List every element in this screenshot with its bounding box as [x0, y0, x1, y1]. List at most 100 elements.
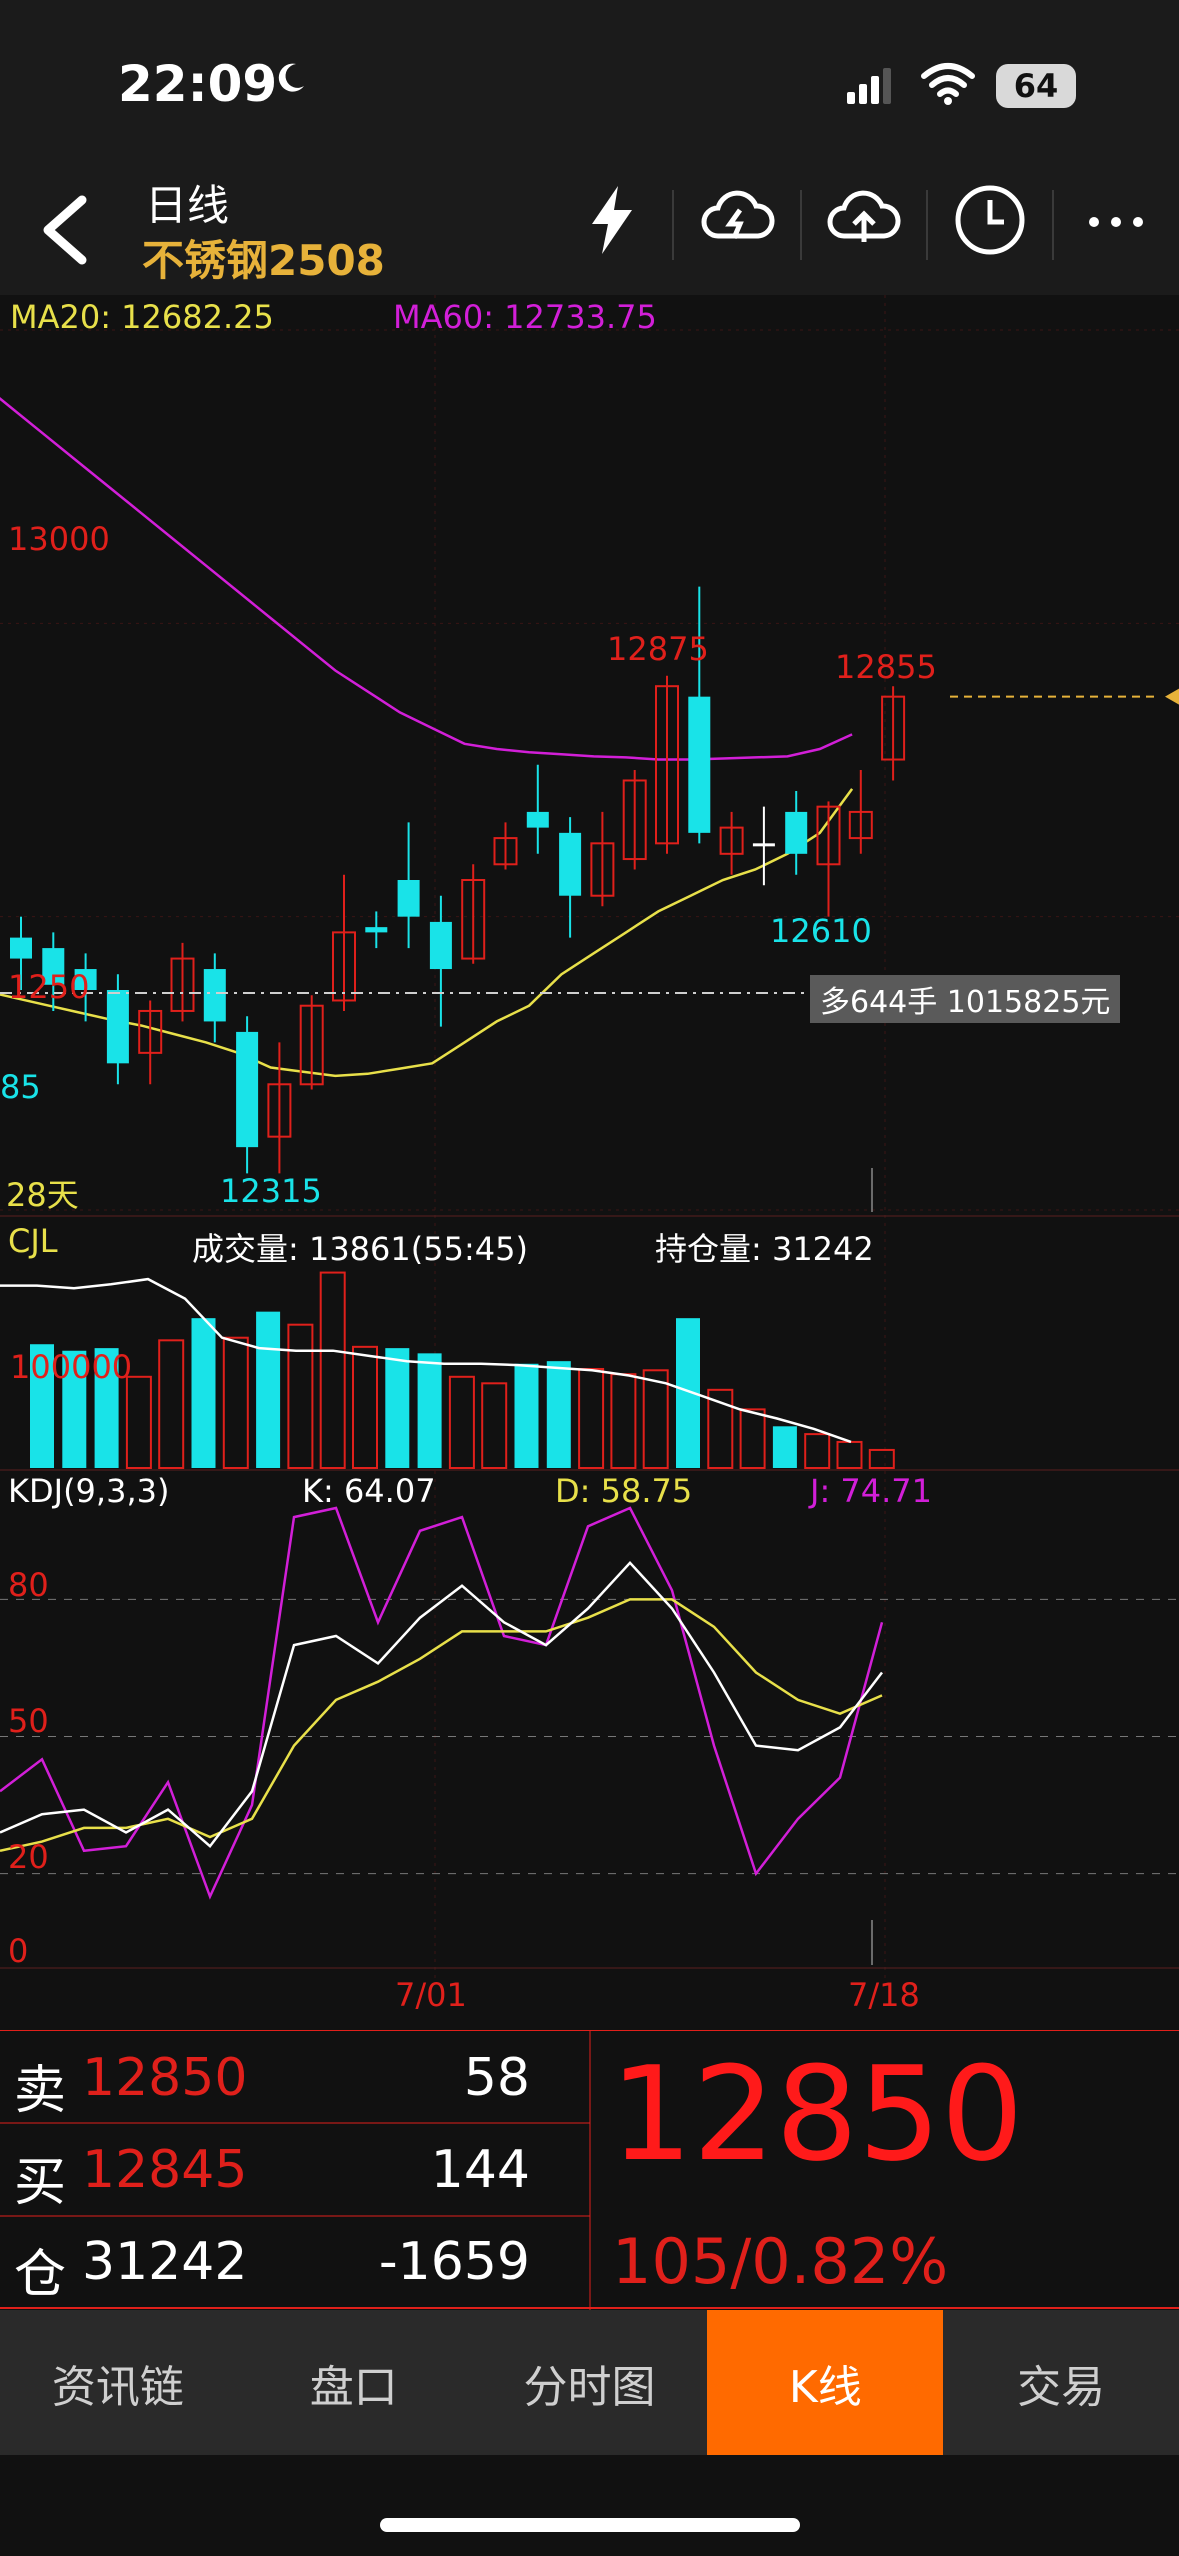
ma20-label: MA20: 12682.25 — [10, 298, 274, 336]
kdj-label[interactable]: KDJ(9,3,3) — [8, 1472, 169, 1510]
last-price: 12850 — [610, 2038, 1024, 2190]
bottom-tab-bar: 资讯链 盘口 分时图 K线 交易 — [0, 2310, 1179, 2455]
kdj-tick-0: 0 — [8, 1932, 29, 1970]
date-label-end: 7/18 — [848, 1976, 920, 2014]
price-change: 105/0.82% — [612, 2225, 949, 2298]
more-icon[interactable] — [1076, 180, 1156, 260]
volume-bars — [0, 1271, 895, 1470]
volume-bar — [222, 1336, 249, 1469]
volume-bar — [256, 1311, 281, 1468]
instrument-name[interactable]: 不锈钢2508 — [142, 227, 385, 288]
kdj-k-value: K: 64.07 — [302, 1472, 436, 1510]
buy-price[interactable]: 12845 — [82, 2140, 247, 2200]
chart-grid — [0, 295, 1179, 1985]
clock-icon[interactable] — [950, 180, 1030, 260]
cloud-sync-icon[interactable] — [698, 180, 778, 260]
oi-value: 31242 — [82, 2232, 248, 2292]
volume-bar — [158, 1339, 185, 1469]
home-indicator[interactable] — [380, 2518, 800, 2532]
volume-bar — [804, 1433, 831, 1470]
last-price-marker — [1165, 688, 1179, 705]
tab-trade[interactable]: 交易 — [943, 2310, 1179, 2455]
sell-qty: 58 — [463, 2048, 530, 2108]
candles — [10, 586, 906, 1174]
sell-label: 卖 — [14, 2061, 67, 2121]
kdj-j-line — [0, 1506, 884, 1900]
divider — [800, 190, 802, 260]
kline-chart[interactable] — [0, 295, 1179, 2025]
volume-bar — [125, 1375, 152, 1470]
ma60-line — [0, 397, 853, 761]
clock: 22:09 — [118, 55, 278, 113]
candle-body — [526, 811, 549, 828]
volume-bar — [868, 1448, 895, 1469]
candle-body — [106, 990, 129, 1064]
candle-body — [752, 843, 775, 847]
last-high-label: 12855 — [835, 648, 937, 686]
kdj-k-line — [0, 1560, 883, 1849]
divider — [1052, 190, 1054, 260]
volume-indicator-label[interactable]: CJL — [8, 1222, 58, 1260]
tab-news-chain[interactable]: 资讯链 — [0, 2310, 236, 2455]
volume-value: 成交量: 13861(55:45) — [192, 1230, 528, 1268]
kdj-lines — [0, 1506, 884, 1900]
kdj-j-value: J: 74.71 — [810, 1472, 932, 1510]
volume-bar — [385, 1348, 410, 1468]
moon-icon — [278, 63, 304, 92]
volume-bar — [481, 1382, 508, 1470]
position-tag: 多644手 1015825元 — [810, 975, 1121, 1023]
low-12315-label: 12315 — [220, 1172, 322, 1210]
price-tick-1250: 1250 — [8, 968, 90, 1006]
candle-body — [785, 811, 808, 854]
volume-bar — [287, 1323, 314, 1469]
candle-body — [397, 880, 420, 917]
ma60-path — [0, 397, 853, 761]
buy-qty: 144 — [430, 2140, 530, 2200]
ma60-label: MA60: 12733.75 — [393, 298, 657, 336]
candle-body — [365, 927, 388, 933]
days-label: 28天 — [6, 1176, 79, 1214]
candle-body — [10, 937, 32, 959]
volume-tick: 100000 — [10, 1348, 133, 1386]
quote-panel: 卖 12850 58 买 12845 144 仓 31242 -1659 128… — [0, 2030, 1179, 2310]
chart-period-title: 日线 — [145, 181, 230, 230]
back-arrow-icon[interactable] — [30, 190, 100, 270]
candle-body — [203, 969, 226, 1022]
kdj-tick-20: 20 — [8, 1838, 49, 1876]
tab-order-book[interactable]: 盘口 — [236, 2310, 472, 2455]
oi-change: -1659 — [378, 2232, 530, 2292]
divider — [672, 190, 674, 260]
volume-bar — [514, 1363, 539, 1468]
volume-bar — [836, 1440, 863, 1470]
kdj-d-line — [0, 1598, 883, 1853]
oi-label: 仓 — [14, 2245, 67, 2305]
candle-body — [236, 1031, 259, 1148]
price-tick-85: 85 — [0, 1068, 41, 1106]
volume-bar — [739, 1408, 766, 1470]
tab-kline[interactable]: K线 — [707, 2310, 944, 2455]
volume-bar — [578, 1367, 605, 1470]
buy-label: 买 — [14, 2153, 67, 2213]
tab-intraday[interactable]: 分时图 — [472, 2310, 708, 2455]
volume-bar — [319, 1271, 346, 1469]
low-label: 12610 — [770, 912, 872, 950]
volume-bar — [448, 1375, 475, 1470]
divider — [926, 190, 928, 260]
price-tick-13000: 13000 — [8, 520, 110, 558]
volume-bar — [546, 1361, 571, 1468]
battery-indicator: 64 — [996, 64, 1076, 108]
volume-bar — [772, 1426, 797, 1468]
volume-bar — [610, 1373, 637, 1470]
wifi-icon — [921, 63, 975, 105]
volume-bar — [642, 1369, 669, 1470]
bottom-area — [0, 2455, 1179, 2556]
candle-body — [429, 921, 452, 970]
cellular-signal-icon — [847, 68, 891, 104]
volume-bar — [191, 1318, 216, 1468]
sell-price[interactable]: 12850 — [82, 2048, 247, 2108]
chart-overlay — [0, 688, 1179, 1965]
cloud-upload-icon[interactable] — [824, 180, 904, 260]
high-label: 12875 — [607, 630, 709, 668]
volume-bar — [352, 1345, 378, 1469]
lightning-icon[interactable] — [572, 180, 652, 260]
